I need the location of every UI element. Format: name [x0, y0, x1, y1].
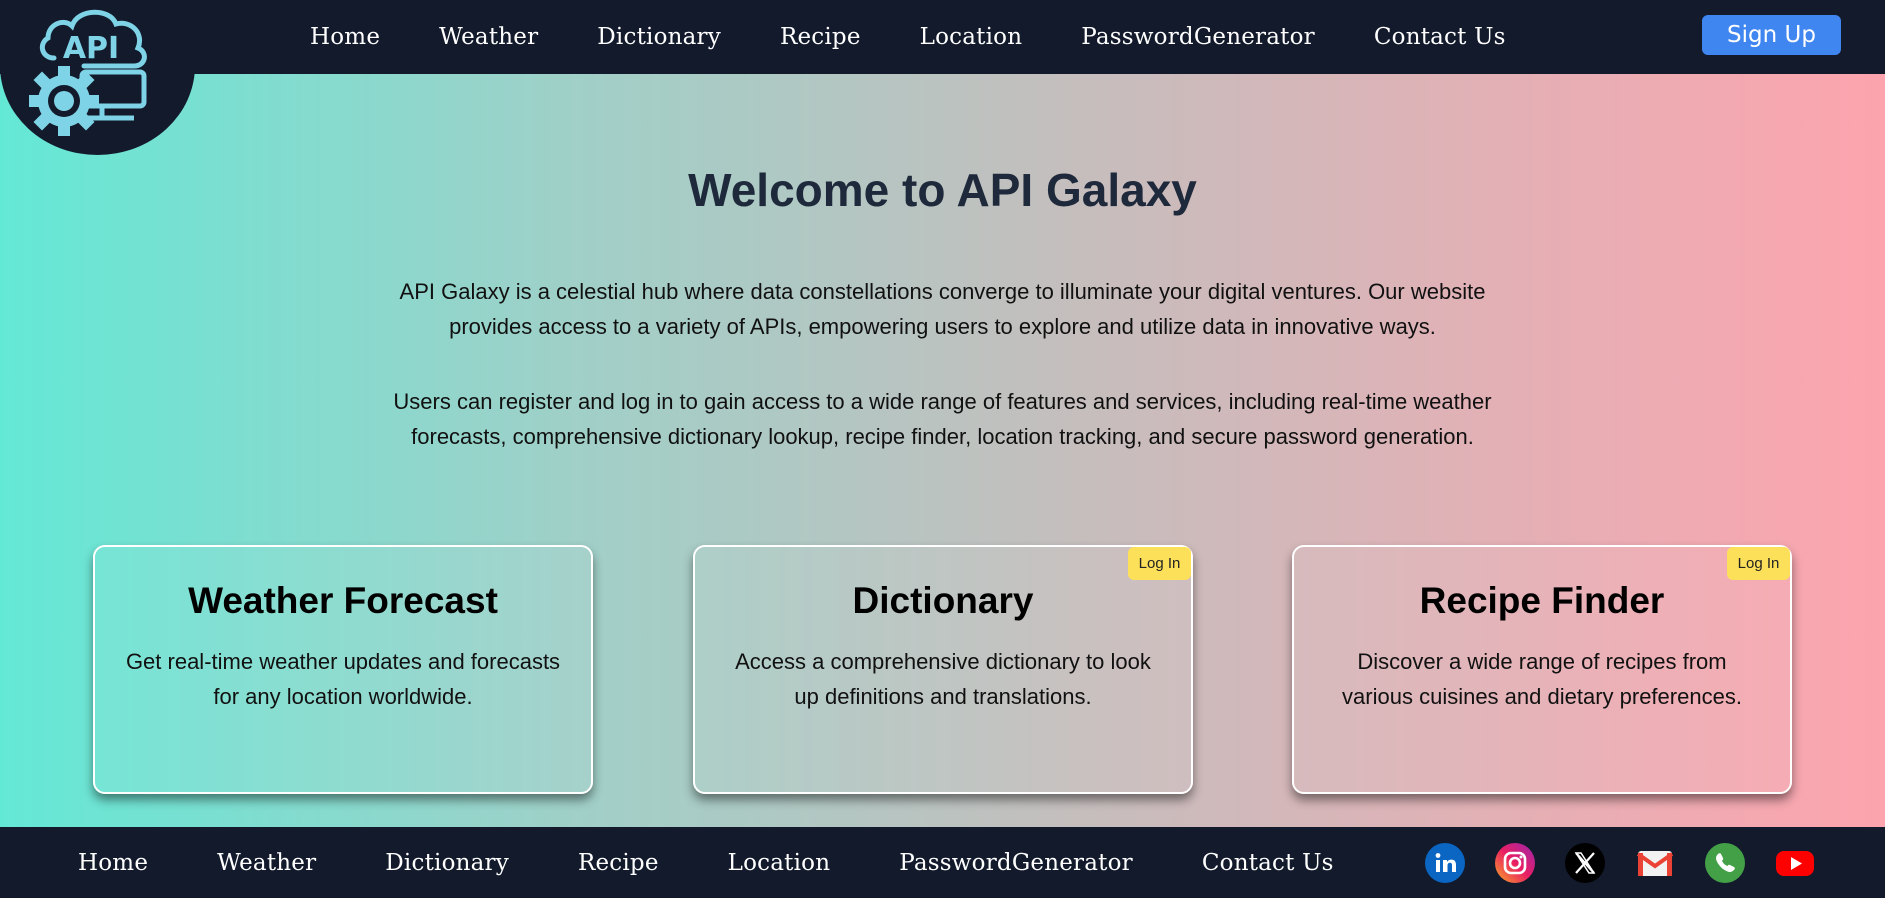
footer: Home Weather Dictionary Recipe Location …	[0, 827, 1885, 898]
nav-weather[interactable]: Weather	[439, 24, 538, 50]
nav-recipe[interactable]: Recipe	[780, 24, 861, 50]
nav-home[interactable]: Home	[310, 24, 380, 50]
svg-text:API: API	[63, 31, 119, 66]
page-title: Welcome to API Galaxy	[688, 164, 1197, 216]
card-title: Dictionary	[852, 580, 1034, 621]
nav-contact-us[interactable]: Contact Us	[1374, 24, 1506, 50]
sign-up-button[interactable]: Sign Up	[1702, 15, 1841, 55]
instagram-icon[interactable]	[1495, 843, 1535, 883]
footer-nav-home[interactable]: Home	[78, 850, 148, 876]
social-links	[1425, 843, 1815, 883]
logo[interactable]: API	[0, 0, 195, 155]
nav-location[interactable]: Location	[920, 24, 1023, 50]
intro-paragraph: API Galaxy is a celestial hub where data…	[399, 279, 1486, 339]
footer-nav-password-generator[interactable]: PasswordGenerator	[899, 850, 1133, 876]
card-recipe-finder[interactable]: Log In Recipe Finder Discover a wide ran…	[1292, 545, 1792, 794]
footer-nav-dictionary[interactable]: Dictionary	[385, 850, 509, 876]
card-title: Weather Forecast	[188, 580, 498, 621]
footer-nav-location[interactable]: Location	[728, 850, 831, 876]
nav-dictionary[interactable]: Dictionary	[597, 24, 721, 50]
login-button[interactable]: Log In	[1727, 547, 1790, 580]
card-description: Access a comprehensive dictionary to loo…	[735, 649, 1151, 709]
card-description: Get real-time weather updates and foreca…	[125, 649, 561, 709]
footer-nav: Home Weather Dictionary Recipe Location …	[78, 827, 1403, 898]
footer-nav-contact-us[interactable]: Contact Us	[1202, 850, 1334, 876]
phone-icon[interactable]	[1705, 843, 1745, 883]
footer-nav-recipe[interactable]: Recipe	[578, 850, 659, 876]
card-weather-forecast[interactable]: Weather Forecast Get real-time weather u…	[93, 545, 593, 794]
card-dictionary[interactable]: Log In Dictionary Access a comprehensive…	[693, 545, 1193, 794]
youtube-icon[interactable]	[1775, 843, 1815, 883]
gmail-icon[interactable]	[1635, 843, 1675, 883]
api-cloud-gear-icon: API	[29, 9, 147, 136]
linkedin-icon[interactable]	[1425, 843, 1465, 883]
top-navbar: Home Weather Dictionary Recipe Location …	[0, 0, 1885, 74]
top-nav: Home Weather Dictionary Recipe Location …	[310, 0, 1565, 74]
nav-password-generator[interactable]: PasswordGenerator	[1081, 24, 1315, 50]
features-paragraph: Users can register and log in to gain ac…	[393, 389, 1492, 449]
footer-nav-weather[interactable]: Weather	[217, 850, 316, 876]
login-button[interactable]: Log In	[1128, 547, 1191, 580]
card-description: Discover a wide range of recipes from va…	[1342, 649, 1742, 709]
card-title: Recipe Finder	[1419, 580, 1665, 621]
x-icon[interactable]	[1565, 843, 1605, 883]
